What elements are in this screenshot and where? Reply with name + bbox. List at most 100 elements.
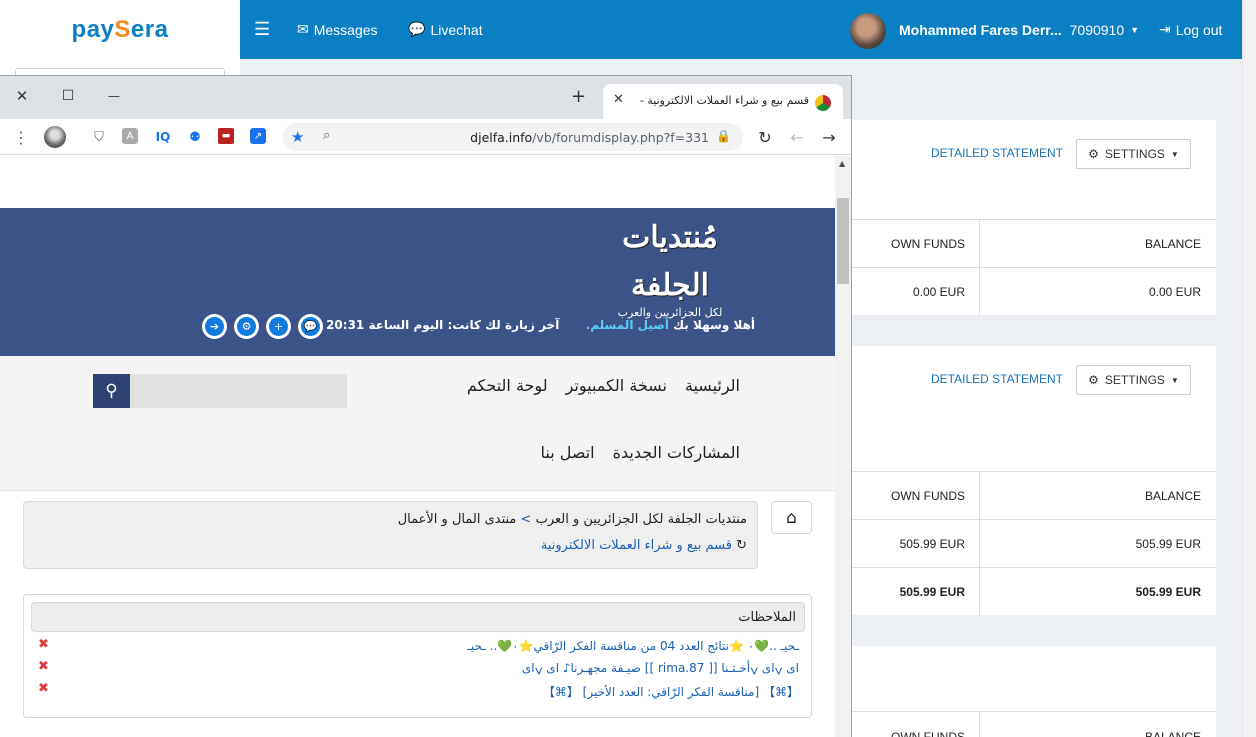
welcome-username[interactable]: أصيل المسلم. (586, 318, 669, 332)
nav-home[interactable]: الرئيسية (685, 376, 740, 395)
envelope-icon: ✉ (297, 21, 309, 37)
gear-icon: ⚙ (1088, 373, 1099, 387)
new-tab-button[interactable]: + (571, 86, 586, 107)
account-card-2: DETAILED STATEMENT ⚙ SETTINGS ▼ OWN FUND… (852, 346, 1216, 615)
page-scrollbar[interactable] (1242, 0, 1256, 737)
table-row: 505.99 EUR 505.99 EUR (852, 519, 1216, 567)
browser-menu-icon[interactable]: ⋮ (12, 128, 30, 147)
translate-extension-icon[interactable]: A (122, 128, 138, 144)
col-own-funds: OWN FUNDS (891, 730, 965, 737)
detailed-statement-link[interactable]: DETAILED STATEMENT (931, 146, 1063, 160)
window-minimize-button[interactable]: — (99, 82, 129, 110)
col-balance: BALANCE (1144, 488, 1201, 503)
paysera-header: paySera ☰ ✉ Messages 💬 Livechat Mohammed… (0, 0, 1242, 59)
welcome-prefix: أهلا وسهلا بك (673, 318, 755, 332)
dismiss-icon[interactable]: ✖ (38, 681, 49, 696)
logout-link[interactable]: ⇥ Log out (1159, 0, 1222, 59)
zoom-icon[interactable]: ⌕ (323, 128, 330, 143)
browser-tab[interactable]: ✕ قسم بيع و شراء العملات الالكترونية - (603, 84, 843, 119)
reload-icon[interactable]: ↻ (756, 128, 774, 147)
robot-extension-icon[interactable]: ⚉ (186, 128, 204, 146)
user-avatar[interactable] (850, 13, 886, 49)
own-funds-value: 505.99 EUR (899, 536, 965, 551)
breadcrumb-path: منتديات الجلفة لكل الجزائريين و العرب > … (398, 512, 747, 527)
forward-arrow-icon[interactable]: ← (788, 128, 806, 147)
address-bar[interactable]: ★ ⌕ djelfa.info/vb/forumdisplay.php?f=33… (283, 123, 743, 151)
browser-titlebar: ✕ ☐ — + ✕ قسم بيع و شراء العملات الالكتر… (0, 76, 851, 119)
profile-avatar-icon[interactable] (44, 126, 66, 148)
breadcrumb-parent[interactable]: منتدى المال و الأعمال (398, 512, 517, 527)
livechat-link[interactable]: 💬 Livechat (408, 0, 483, 59)
nav-desktop-version[interactable]: نسخة الكمبيوتر (566, 376, 667, 395)
detailed-statement-link[interactable]: DETAILED STATEMENT (931, 372, 1063, 386)
user-code: 7090910 (1069, 21, 1125, 38)
tab-close-icon[interactable]: ✕ (613, 92, 624, 107)
notes-header: الملاحظات (31, 602, 805, 632)
table-header: OWN FUNDS BALANCE (852, 219, 1216, 267)
red-extension-icon[interactable]: ▬ (218, 128, 234, 144)
messages-link[interactable]: ✉ Messages (297, 0, 378, 59)
forum-search-input[interactable] (130, 374, 347, 408)
refresh-icon[interactable]: ↻ (736, 538, 747, 553)
list-item: ✖ ـحيـ ..💚۰ ⭐نتائج العدد 04 من مناقسة ال… (24, 637, 813, 659)
livechat-label: Livechat (430, 21, 483, 38)
add-friend-icon[interactable]: + (266, 314, 291, 339)
home-icon[interactable]: ⌂ (771, 501, 812, 534)
logo-part-1: pay (71, 15, 115, 43)
window-maximize-button[interactable]: ☐ (53, 82, 83, 110)
table-header: OWN FUNDS BALANCE (852, 471, 1216, 519)
bookmark-star-icon[interactable]: ★ (291, 128, 304, 146)
note-link[interactable]: 【⌘】 [مناقسة الفكر الرّاقي: العدد الأخير]… (543, 683, 799, 700)
shield-extension-icon[interactable]: ⛉ (90, 128, 108, 146)
nav-control-panel[interactable]: لوحة التحكم (467, 376, 548, 395)
logout-label: Log out (1175, 21, 1223, 38)
hamburger-icon[interactable]: ☰ (254, 0, 270, 59)
settings-gear-icon[interactable]: ⚙ (234, 314, 259, 339)
dismiss-icon[interactable]: ✖ (38, 659, 49, 674)
settings-dropdown[interactable]: ⚙ SETTINGS ▼ (1076, 139, 1191, 169)
table-header: OWN FUNDS BALANCE (852, 711, 1216, 737)
lock-icon[interactable]: 🔒 (716, 129, 731, 143)
dismiss-icon[interactable]: ✖ (38, 637, 49, 652)
messages-label: Messages (313, 21, 378, 38)
nav-new-posts[interactable]: المشاركات الجديدة (613, 443, 740, 462)
account-card-3: OWN FUNDS BALANCE (852, 646, 1216, 737)
nav-row-1: الرئيسية نسخة الكمبيوتر لوحة التحكم (467, 376, 740, 395)
col-balance: BALANCE (1144, 730, 1201, 737)
balance-total: 505.99 EUR (1135, 584, 1201, 599)
breadcrumb-current-label[interactable]: قسم بيع و شراء العملات الالكترونية (541, 538, 732, 553)
search-icon[interactable]: ⚲ (93, 374, 130, 408)
user-actions: ➔ ⚙ + 💬 (202, 314, 323, 339)
forum-logo[interactable]: مُنتديات الجلفة لكل الجزائريين والعرب (600, 208, 740, 319)
breadcrumb-root[interactable]: منتديات الجلفة لكل الجزائريين و العرب (536, 512, 747, 527)
breadcrumb-current: ↻ قسم بيع و شراء العملات الالكترونية (541, 538, 747, 553)
account-card-1: DETAILED STATEMENT ⚙ SETTINGS ▼ OWN FUND… (852, 120, 1216, 315)
settings-dropdown[interactable]: ⚙ SETTINGS ▼ (1076, 365, 1191, 395)
table-row: 0.00 EUR 0.00 EUR (852, 267, 1216, 315)
chart-extension-icon[interactable]: ↗ (250, 128, 266, 144)
scrollbar-thumb[interactable] (837, 198, 849, 284)
back-arrow-icon[interactable]: → (820, 128, 838, 147)
logo-accent: S (114, 15, 131, 43)
nav-contact-us[interactable]: اتصل بنا (540, 443, 594, 462)
paysera-logo[interactable]: paySera (0, 0, 240, 59)
settings-label: SETTINGS (1104, 147, 1165, 161)
notes-title: الملاحظات (738, 610, 796, 625)
logout-icon[interactable]: ➔ (202, 314, 227, 339)
scroll-up-icon[interactable]: ▲ (839, 159, 845, 168)
gear-icon: ⚙ (1088, 147, 1099, 161)
list-item: ✖ 【⌘】 [مناقسة الفكر الرّاقي: العدد الأخي… (24, 681, 813, 703)
tab-title: قسم بيع و شراء العملات الالكترونية - (639, 94, 809, 107)
url-text: djelfa.info/vb/forumdisplay.php?f=331 (470, 130, 709, 145)
caret-down-icon: ▼ (1170, 375, 1179, 385)
note-link[interactable]: ای ݍای ݍأخـتـنا [[ rima.87 ]] ضيـفة مجهـ… (522, 661, 799, 676)
note-link[interactable]: ـحيـ ..💚۰ ⭐نتائج العدد 04 من مناقسة الفك… (467, 639, 799, 653)
own-funds-total: 505.99 EUR (899, 584, 965, 599)
caret-down-icon: ▼ (1130, 24, 1140, 35)
page-scrollbar[interactable]: ▲ (835, 156, 851, 737)
window-close-button[interactable]: ✕ (7, 82, 37, 110)
messages-icon[interactable]: 💬 (298, 314, 323, 339)
user-menu[interactable]: Mohammed Fares Derr... 7090910 ▼ (899, 0, 1139, 59)
iq-extension-icon[interactable]: IQ (154, 128, 172, 146)
page-viewport: مُنتديات الجلفة لكل الجزائريين والعرب أه… (0, 156, 835, 737)
